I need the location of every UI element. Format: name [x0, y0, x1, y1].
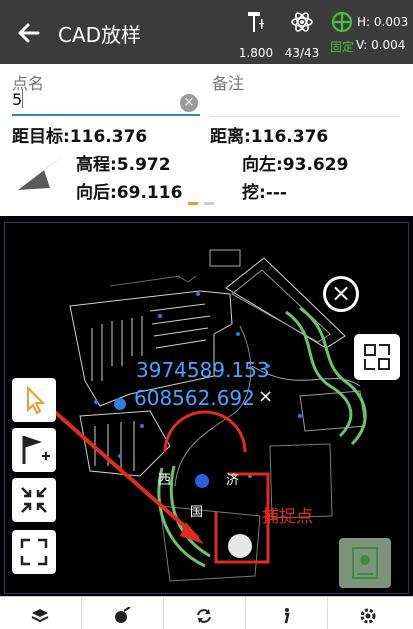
info-button[interactable]	[246, 597, 328, 629]
app-header: CAD放样 1.800 43/43 H: 0.003 固定 V: 0.004	[0, 0, 413, 64]
v-precision: V: 0.004	[356, 38, 406, 52]
svg-text:国: 国	[190, 505, 203, 520]
zoom-fit-icon	[364, 344, 390, 370]
capture-point-label: 捕捉点	[262, 507, 313, 527]
stakeout-info-panel: 点名 5 × 备注 距目标:116.376 距离:116.376 高程:5.97…	[0, 64, 413, 216]
satellites-value: 43/43	[284, 46, 320, 60]
locate-icon	[352, 547, 378, 579]
page-dot	[204, 202, 214, 205]
remark-input[interactable]	[210, 116, 400, 117]
locate-button[interactable]	[339, 538, 391, 588]
select-arrow-icon	[27, 385, 46, 415]
coord-north: 3974589.153	[136, 358, 270, 382]
distance-value: 距离:116.376	[210, 127, 329, 147]
antenna-height-item[interactable]: 1.800	[234, 10, 278, 62]
layers-button[interactable]	[0, 597, 82, 629]
antenna-height-value: 1.800	[238, 46, 274, 60]
direction-arrow-icon	[18, 152, 68, 190]
gps-crosshair-icon	[331, 11, 353, 33]
coord-east: 608562.692	[134, 386, 255, 410]
h-precision: H: 0.003	[357, 15, 409, 29]
zoom-fit-button[interactable]	[354, 334, 400, 380]
settings-button[interactable]	[328, 597, 410, 629]
zoom-in-button[interactable]	[12, 478, 56, 522]
measure-button[interactable]	[82, 597, 164, 629]
distance-to-target: 距目标:116.376	[12, 127, 148, 147]
point-name-input[interactable]: 5	[12, 90, 200, 116]
settings-icon	[360, 608, 376, 624]
refresh-icon	[197, 609, 211, 623]
info-icon	[284, 608, 290, 624]
full-extent-icon	[20, 538, 48, 566]
back-arrow-icon[interactable]	[14, 18, 44, 48]
measure-icon	[115, 607, 131, 623]
cad-map-view[interactable]: 西 济 国 3974589.153 608562.692 × 捕捉点 ×	[0, 216, 413, 596]
antenna-icon	[248, 12, 264, 32]
page-indicator	[188, 202, 228, 206]
add-flag-icon	[22, 436, 50, 464]
layers-icon	[31, 609, 49, 623]
svg-text:西: 西	[158, 473, 171, 488]
remark-label: 备注	[212, 74, 245, 93]
left-offset-value: 向左:93.629	[242, 155, 349, 175]
svg-text:济: 济	[226, 473, 239, 488]
fix-status: 固定	[330, 40, 355, 54]
clear-icon[interactable]: ×	[180, 94, 198, 112]
full-extent-button[interactable]	[12, 530, 56, 574]
satellites-item[interactable]: 43/43	[280, 10, 324, 62]
page-title: CAD放样	[58, 23, 142, 47]
add-flag-button[interactable]	[12, 428, 56, 472]
satellite-icon	[291, 12, 313, 32]
text-caret	[22, 90, 24, 108]
gps-status-item[interactable]: H: 0.003 固定 V: 0.004	[330, 10, 410, 58]
zoom-in-icon	[21, 487, 47, 513]
cut-fill-value: 挖:---	[242, 183, 287, 203]
refresh-button[interactable]	[164, 597, 246, 629]
coord-cross-icon: ×	[258, 386, 274, 407]
select-button[interactable]	[12, 378, 56, 422]
point-name-value: 5	[12, 90, 23, 109]
page-dot-active	[188, 202, 198, 205]
elevation-value: 高程:5.972	[76, 155, 171, 175]
close-icon[interactable]: ×	[323, 276, 359, 312]
bottom-toolbar	[0, 596, 413, 629]
back-offset-value: 向后:69.116	[76, 183, 183, 203]
